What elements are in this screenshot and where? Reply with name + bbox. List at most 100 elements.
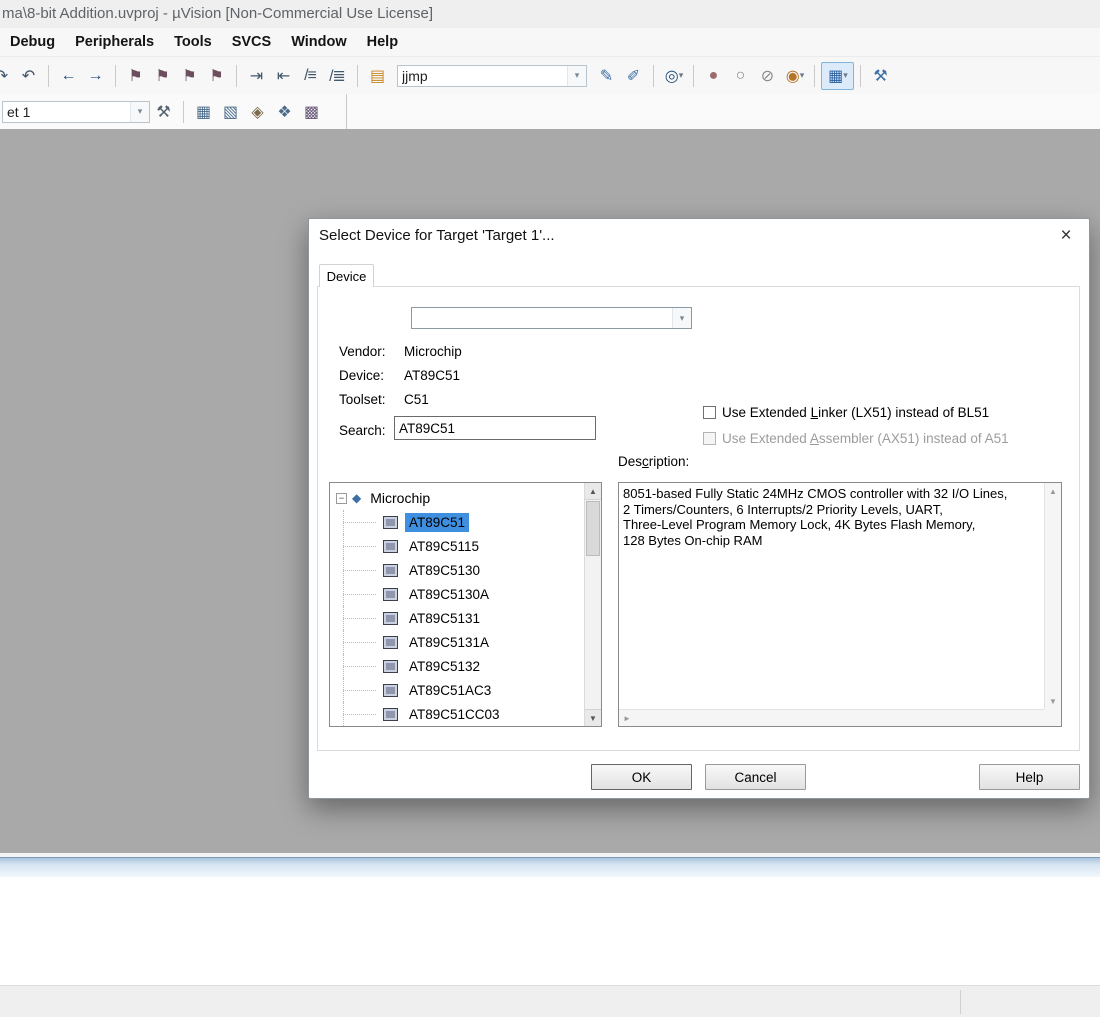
help-button[interactable]: Help xyxy=(979,764,1080,790)
device-combobox[interactable]: ▾ xyxy=(411,307,692,329)
redo-icon[interactable]: ↷ xyxy=(0,63,15,89)
description-hscrollbar[interactable]: ◄ ► xyxy=(619,709,1044,726)
toolbar-separator xyxy=(814,64,815,87)
forward-icon[interactable]: → xyxy=(82,63,109,89)
build-output-area[interactable] xyxy=(0,877,1100,985)
close-icon[interactable]: × xyxy=(1055,225,1077,247)
back-icon[interactable]: ← xyxy=(55,63,82,89)
chip-icon xyxy=(383,515,398,529)
extended-linker-checkbox[interactable]: Use Extended Linker (LX51) instead of BL… xyxy=(703,405,989,420)
manage-rte-icon[interactable]: ▩ xyxy=(298,99,325,125)
description-vscrollbar[interactable]: ▲ ▼ xyxy=(1044,483,1061,709)
find-in-files-icon[interactable]: ▤ xyxy=(364,63,391,89)
breakpoint-enable-all-icon[interactable]: ◉ ▾ xyxy=(781,63,808,89)
device-item-at89c5130[interactable]: AT89C5130 xyxy=(330,558,584,582)
bookmark-next-icon[interactable]: ⚑ xyxy=(149,63,176,89)
device-item-label: AT89C51CC03 xyxy=(409,706,500,722)
toolbar-separator xyxy=(48,64,49,87)
chevron-down-icon[interactable]: ▾ xyxy=(567,65,586,86)
device-description-box: 8051-based Fully Static 24MHz CMOS contr… xyxy=(618,482,1062,727)
vendor-value: Microchip xyxy=(404,344,462,359)
chip-icon xyxy=(383,587,398,601)
breakpoint-kill-icon[interactable]: ⊘ xyxy=(754,63,781,89)
device-description-text: 8051-based Fully Static 24MHz CMOS contr… xyxy=(623,486,1008,548)
window-layout-icon[interactable]: ▦ ▾ xyxy=(821,61,854,90)
device-item-at89c51ac3[interactable]: AT89C51AC3 xyxy=(330,678,584,702)
scroll-down-icon[interactable]: ▼ xyxy=(585,709,601,726)
toolbar-separator xyxy=(115,64,116,87)
uncomment-icon[interactable]: /≣ xyxy=(324,63,351,89)
ok-button[interactable]: OK xyxy=(591,764,692,790)
device-tree-items: AT89C51 AT89C5115 AT89C5130 AT89C5130A A… xyxy=(330,510,584,726)
batch-build-icon[interactable]: ▦ xyxy=(190,99,217,125)
toolbar-separator xyxy=(693,64,694,87)
scrollbar-thumb[interactable] xyxy=(586,501,600,556)
incremental-find-icon[interactable]: ✐ xyxy=(620,63,647,89)
device-item-label: AT89C5132 xyxy=(409,658,481,674)
device-search-input[interactable] xyxy=(394,416,596,440)
chip-icon xyxy=(383,563,398,577)
device-item-label: AT89C5131 xyxy=(409,610,481,626)
chip-icon xyxy=(383,683,398,697)
device-item-at89c5115[interactable]: AT89C5115 xyxy=(330,534,584,558)
menu-svcs[interactable]: SVCS xyxy=(222,28,282,56)
device-item-at89c5132[interactable]: AT89C5132 xyxy=(330,654,584,678)
find-symbol-icon[interactable]: ◎ ▾ xyxy=(660,63,687,89)
main-toolbar: ↷↶←→⚑⚑⚑⚑⇥⇤/≡/≣▤ ▾ ✎✐◎▾●○⊘◉▾▦▾⚒ xyxy=(0,57,1100,94)
breakpoint-disable-icon[interactable]: ○ xyxy=(727,63,754,89)
download-icon[interactable]: ◈ xyxy=(244,99,271,125)
vendor-label: Vendor: xyxy=(339,344,386,359)
menu-debug[interactable]: Debug xyxy=(0,28,65,56)
device-item-at89c5131[interactable]: AT89C5131 xyxy=(330,606,584,630)
device-item-at89c51cc03[interactable]: AT89C51CC03 xyxy=(330,702,584,726)
extended-linker-label: Use Extended Linker (LX51) instead of BL… xyxy=(722,405,990,420)
status-bar-divider xyxy=(960,990,961,1014)
chip-icon xyxy=(383,707,398,721)
breakpoint-icon[interactable]: ● xyxy=(700,63,727,89)
device-label: Device: xyxy=(339,368,385,383)
scroll-down-icon[interactable]: ▼ xyxy=(1045,693,1061,709)
find-text-icon[interactable]: ✎ xyxy=(593,63,620,89)
build-icons: ⚒ ▦ ▧ ◈ ❖ ▩ xyxy=(150,94,325,129)
checkbox-box[interactable] xyxy=(703,406,716,419)
device-item-at89c51[interactable]: AT89C51 xyxy=(330,510,584,534)
toolbar-separator xyxy=(653,64,654,87)
bookmark-toggle-icon[interactable]: ⚑ xyxy=(122,63,149,89)
toolset-value: C51 xyxy=(404,392,429,407)
cancel-button[interactable]: Cancel xyxy=(705,764,806,790)
target-input[interactable] xyxy=(3,103,130,120)
bookmark-clear-icon[interactable]: ⚑ xyxy=(203,63,230,89)
configure-wrench-icon[interactable]: ⚒ xyxy=(867,63,894,89)
rebuild-icon[interactable]: ▧ xyxy=(217,99,244,125)
chip-icon xyxy=(383,659,398,673)
edit-toolbar-group: ↷ ↶ ← → ⚑ ⚑ ⚑ ⚑ ⇥ ⇤/≡/≣ ▤ xyxy=(0,57,391,94)
menu-help[interactable]: Help xyxy=(357,28,408,56)
chevron-down-icon[interactable]: ▾ xyxy=(672,308,691,328)
menu-tools[interactable]: Tools xyxy=(164,28,222,56)
bookmark-previous-icon[interactable]: ⚑ xyxy=(176,63,203,89)
menu-peripherals[interactable]: Peripherals xyxy=(65,28,164,56)
docked-panel-header[interactable] xyxy=(0,857,1100,877)
scroll-right-icon[interactable]: ► xyxy=(619,710,635,726)
tab-device[interactable]: Device xyxy=(319,264,374,287)
vendor-node-microchip[interactable]: − ◆ Microchip xyxy=(330,486,584,510)
menu-window[interactable]: Window xyxy=(281,28,356,56)
indent-icon[interactable]: ⇥ xyxy=(243,63,270,89)
scroll-up-icon[interactable]: ▲ xyxy=(585,483,601,500)
device-item-at89c5131a[interactable]: AT89C5131A xyxy=(330,630,584,654)
find-input[interactable] xyxy=(398,67,567,84)
outdent-icon[interactable]: ⇤ xyxy=(270,63,297,89)
load-application-icon[interactable]: ❖ xyxy=(271,99,298,125)
undo-icon[interactable]: ↶ xyxy=(15,63,42,89)
vendor-node-label: Microchip xyxy=(370,490,431,506)
build-target-icon[interactable]: ⚒ xyxy=(150,99,177,125)
device-combo-input[interactable] xyxy=(412,310,672,326)
comment-icon[interactable]: /≡ xyxy=(297,63,324,89)
collapse-icon[interactable]: − xyxy=(336,492,347,504)
target-combobox[interactable]: ▾ xyxy=(2,100,150,123)
find-combobox[interactable]: ▾ xyxy=(397,64,587,87)
device-item-at89c5130a[interactable]: AT89C5130A xyxy=(330,582,584,606)
chevron-down-icon[interactable]: ▾ xyxy=(130,101,149,122)
scroll-up-icon[interactable]: ▲ xyxy=(1045,483,1061,499)
tree-scrollbar[interactable]: ▲ ▼ xyxy=(584,483,601,726)
